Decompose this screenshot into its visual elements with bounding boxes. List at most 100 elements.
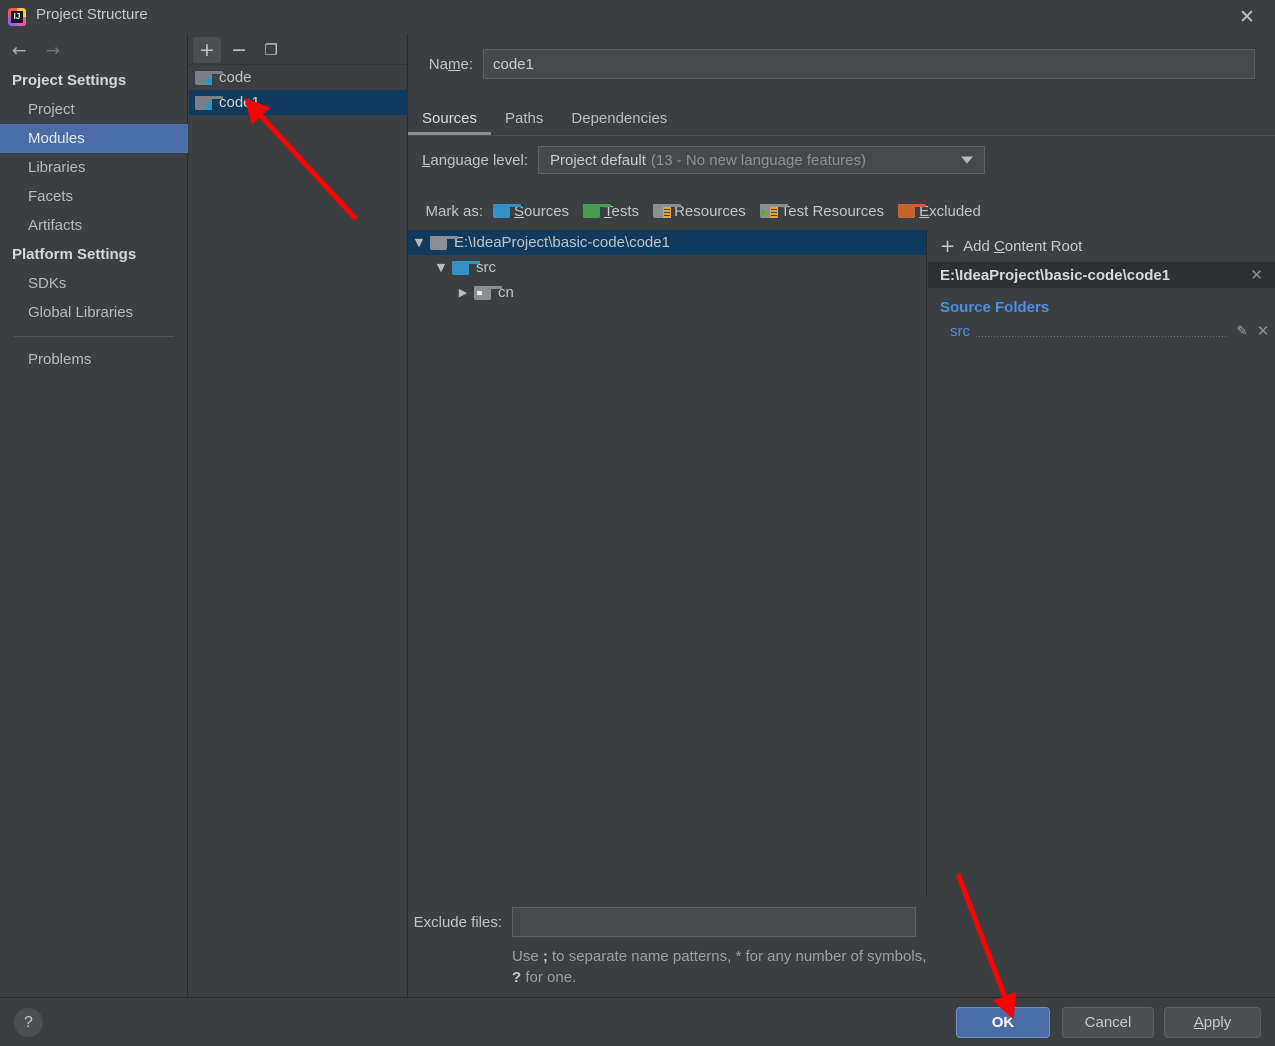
source-folder-name: src [950,322,970,340]
source-folder-row[interactable]: src ✎ ✕ [928,319,1275,343]
tab-dependencies[interactable]: Dependencies [557,105,681,135]
content-tree-pane: ▼ E:\IdeaProject\basic-code\code1 ▼ src … [408,230,927,896]
project-structure-dialog: IJ Project Structure ✕ ← → Project Setti… [0,0,1275,1046]
language-level-label: Language level: [422,151,528,169]
tree-row-label: E:\IdeaProject\basic-code\code1 [454,234,670,251]
mark-as-excluded-button[interactable]: Excluded [898,203,981,220]
tree-row-cn[interactable]: ▶ cn [408,280,926,305]
tabs-underline [408,135,1275,136]
folder-icon [430,235,458,250]
tab-sources[interactable]: Sources [408,105,492,135]
mark-as-excluded-label: Excluded [919,202,981,220]
excluded-folder-icon [898,204,927,218]
help-icon[interactable]: ? [14,1008,43,1037]
tree-row-src[interactable]: ▼ src [408,255,926,280]
module-list-item-code1[interactable]: code1 [189,90,408,115]
mark-as-tests-button[interactable]: Tests [583,203,639,220]
exclude-files-row: Exclude files: [408,906,1275,938]
sidebar-divider [14,336,174,337]
source-folders-title: Source Folders [940,299,1050,316]
dotted-leader [976,336,1227,337]
add-module-icon[interactable]: + [193,37,221,63]
close-icon[interactable]: ✕ [1233,4,1261,30]
tree-expand-icon[interactable]: ▼ [408,236,430,249]
tree-collapse-icon[interactable]: ▶ [452,286,474,299]
module-name-input[interactable] [483,49,1255,79]
apply-button[interactable]: Apply [1164,1007,1261,1038]
mark-as-label: Mark as: [425,202,483,220]
forward-arrow-icon[interactable]: → [40,40,66,62]
language-level-detail: (13 - No new language features) [650,151,867,169]
remove-module-icon[interactable]: − [225,37,253,63]
sidebar-item-libraries[interactable]: Libraries [0,153,188,182]
module-name-row: Name: [408,48,1275,80]
module-list-toolbar: + − ❐ [189,34,408,64]
content-root-header[interactable]: E:\IdeaProject\basic-code\code1 ✕ [928,262,1275,288]
remove-source-folder-icon[interactable]: ✕ [1251,322,1275,340]
sidebar-group-platform-settings: Platform Settings [12,246,137,263]
add-content-root-label: Add Content Root [963,237,1083,255]
sidebar-nav-list: Project Settings Project Modules Librari… [0,66,188,374]
exclude-files-input[interactable] [512,907,916,937]
mark-as-resources-button[interactable]: Resources [653,203,746,220]
exclude-files-hint: Use ; to separate name patterns, * for a… [512,948,927,986]
logo-letters: IJ [11,11,23,23]
mark-as-test-resources-label: Test Resources [780,202,885,220]
tree-expand-icon[interactable]: ▼ [430,261,452,274]
add-content-root-button[interactable]: + Add Content Root [928,230,1275,262]
mark-as-sources-label: Sources [514,202,570,220]
mark-as-test-resources-button[interactable]: Test Resources [759,202,885,220]
edit-properties-icon[interactable]: ✎ [1233,323,1251,339]
module-name-label: Name: [428,55,473,73]
module-list-item-label: code1 [219,94,260,111]
cancel-button[interactable]: Cancel [1062,1007,1154,1038]
tests-folder-icon [583,204,612,218]
content-roots-pane: + Add Content Root E:\IdeaProject\basic-… [928,230,1275,896]
package-folder-icon [474,285,502,300]
language-level-value: Project default [550,151,646,169]
back-arrow-icon[interactable]: ← [6,40,32,62]
copy-module-icon[interactable]: ❐ [257,37,285,63]
sidebar-nav-arrows: ← → [0,34,188,66]
source-folder-icon [452,260,480,275]
intellij-logo-icon: IJ [8,8,26,26]
sidebar-item-artifacts[interactable]: Artifacts [0,211,188,240]
module-folder-icon [195,95,223,110]
mark-as-resources-label: Resources [674,202,746,220]
sidebar-item-global-libraries[interactable]: Global Libraries [0,298,188,327]
plus-icon: + [940,235,956,257]
dialog-footer: ? OK Cancel Apply [0,997,1275,1046]
module-folder-icon [195,70,223,85]
sources-folder-icon [493,204,521,218]
ok-button[interactable]: OK [956,1007,1050,1038]
tree-row-content-root[interactable]: ▼ E:\IdeaProject\basic-code\code1 [408,230,926,255]
content-root-path: E:\IdeaProject\basic-code\code1 [940,266,1171,284]
mark-as-row: Mark as: Sources Tests Resources Test Re… [408,198,1275,224]
module-tabs: Sources Paths Dependencies [408,102,1275,135]
module-list-column: + − ❐ code code1 [189,34,408,997]
mark-as-sources-button[interactable]: Sources [493,203,569,220]
sidebar-group-project-settings: Project Settings [12,72,127,89]
module-list-item-label: code [219,69,252,86]
tab-paths[interactable]: Paths [491,105,557,135]
settings-sidebar: ← → Project Settings Project Modules Lib… [0,34,188,997]
chevron-down-icon [961,156,973,164]
window-title: Project Structure [36,6,148,23]
sidebar-item-sdks[interactable]: SDKs [0,269,188,298]
title-bar: IJ Project Structure ✕ [0,0,1275,34]
module-editor-panel: Name: Sources Paths Dependencies Languag… [408,34,1275,997]
remove-content-root-icon[interactable]: ✕ [1250,266,1263,284]
test-resources-folder-icon [759,204,788,218]
exclude-files-label: Exclude files: [413,913,502,931]
sidebar-item-problems[interactable]: Problems [0,345,188,374]
module-list-item-code[interactable]: code [189,65,408,90]
resources-folder-icon [653,204,682,218]
module-list: code code1 [189,64,408,997]
sidebar-item-facets[interactable]: Facets [0,182,188,211]
sidebar-item-modules[interactable]: Modules [0,124,188,153]
sidebar-item-project[interactable]: Project [0,95,188,124]
language-level-select[interactable]: Project default (13 - No new language fe… [538,146,985,174]
